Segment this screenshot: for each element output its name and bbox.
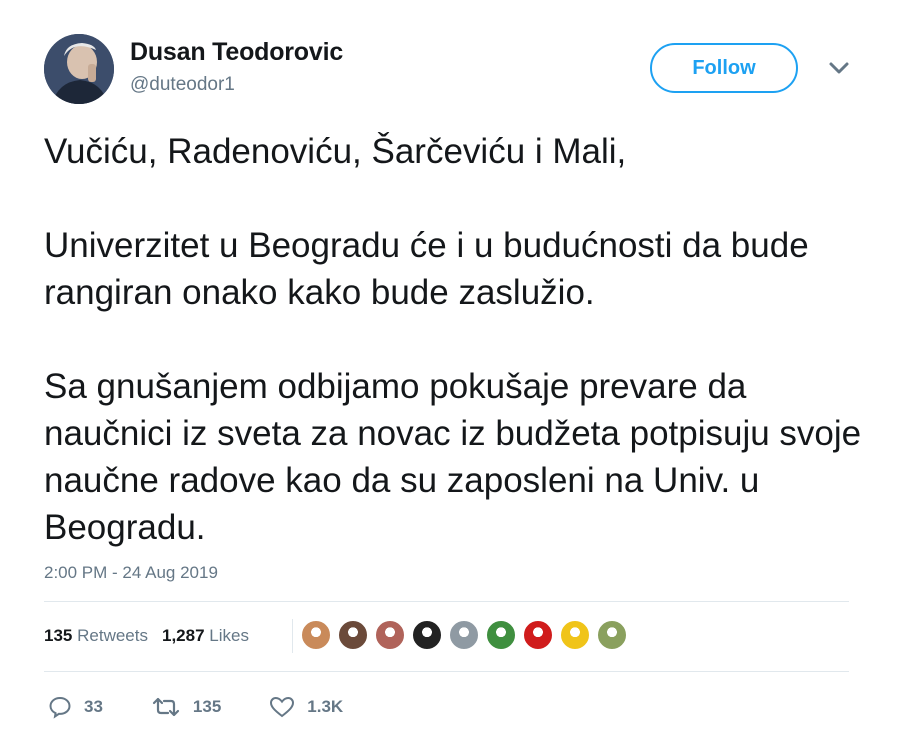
retweet-icon <box>152 697 180 717</box>
liker-avatar-icon[interactable] <box>411 619 443 651</box>
heart-icon <box>270 696 295 718</box>
retweet-button[interactable]: 135 <box>151 695 221 719</box>
tweet-stats: 135 Retweets 1,287 Likes <box>44 626 249 646</box>
likes-stat[interactable]: 1,287 Likes <box>162 626 249 646</box>
tweet-paragraph: Univerzitet u Beogradu će i u budućnosti… <box>44 226 809 312</box>
stats-separator <box>292 619 293 653</box>
tweet-text: Vučiću, Radenoviću, Šarčeviću i Mali, Un… <box>44 128 864 551</box>
author-avatar[interactable] <box>44 34 114 104</box>
retweets-label: Retweets <box>77 626 148 645</box>
tweet-card: Dusan Teodorovic @duteodor1 Follow Vučić… <box>0 0 900 738</box>
liker-avatar-icon[interactable] <box>596 619 628 651</box>
liker-avatar-icon[interactable] <box>448 619 480 651</box>
chevron-down-icon[interactable] <box>826 58 852 78</box>
liker-avatar-icon[interactable] <box>559 619 591 651</box>
reply-button[interactable]: 33 <box>48 695 103 719</box>
liker-avatar-icon[interactable] <box>374 619 406 651</box>
tweet-paragraph: Vučiću, Radenoviću, Šarčeviću i Mali, <box>44 132 627 171</box>
retweets-stat[interactable]: 135 Retweets <box>44 626 148 646</box>
liker-avatars <box>300 619 628 651</box>
likes-count: 1,287 <box>161 626 205 645</box>
like-count: 1.3K <box>307 697 344 716</box>
author-handle[interactable]: @duteodor1 <box>130 74 235 96</box>
divider <box>44 671 849 672</box>
follow-button[interactable]: Follow <box>650 43 798 93</box>
liker-avatar-icon[interactable] <box>300 619 332 651</box>
author-display-name[interactable]: Dusan Teodorovic <box>130 38 343 67</box>
like-button[interactable]: 1.3K <box>269 695 343 719</box>
reply-count: 33 <box>84 697 103 716</box>
divider <box>44 601 849 602</box>
liker-avatar-icon[interactable] <box>522 619 554 651</box>
tweet-timestamp[interactable]: 2:00 PM - 24 Aug 2019 <box>44 563 218 583</box>
likes-label: Likes <box>209 626 249 645</box>
liker-avatar-icon[interactable] <box>485 619 517 651</box>
liker-avatar-icon[interactable] <box>337 619 369 651</box>
reply-icon <box>49 696 71 719</box>
retweets-count: 135 <box>44 626 73 645</box>
tweet-actions: 33 135 1.3K <box>48 695 391 719</box>
tweet-paragraph: Sa gnušanjem odbijamo pokušaje prevare d… <box>44 367 862 547</box>
retweet-count: 135 <box>192 697 222 716</box>
